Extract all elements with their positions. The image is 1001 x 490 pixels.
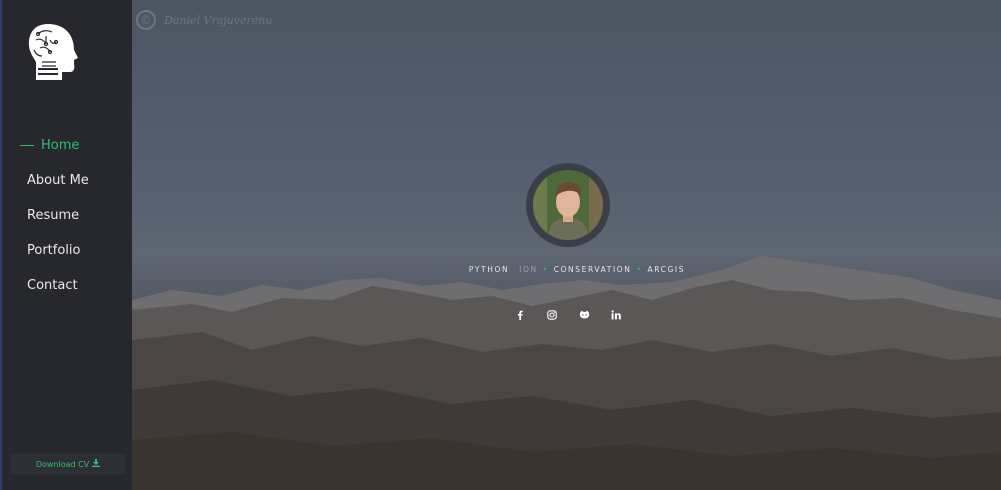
sidebar: Home About Me Resume Portfolio Contact D… bbox=[0, 0, 132, 490]
linkedin-icon[interactable] bbox=[610, 309, 622, 321]
skills-tagline: PYTHON ION • CONSERVATION • ARCGIS bbox=[392, 265, 762, 274]
nav-item-home[interactable]: Home bbox=[2, 128, 132, 163]
nav-item-about-me[interactable]: About Me bbox=[2, 163, 132, 198]
nav-item-contact[interactable]: Contact bbox=[2, 268, 132, 303]
tagline-separator: • bbox=[636, 265, 643, 274]
copyright-icon: © bbox=[136, 10, 156, 30]
nav-item-label: About Me bbox=[27, 173, 89, 188]
watermark-text: Daniel Vrajuverenu bbox=[164, 13, 273, 27]
profile-avatar bbox=[526, 163, 610, 247]
nav-item-label: Resume bbox=[27, 208, 80, 223]
nav-item-portfolio[interactable]: Portfolio bbox=[2, 233, 132, 268]
nav-item-label: Portfolio bbox=[27, 243, 81, 258]
hero-section: © Daniel Vrajuverenu PYTHON ION • CONSERVA… bbox=[132, 0, 1001, 490]
watermark: © Daniel Vrajuverenu bbox=[136, 10, 272, 30]
tagline-separator: • bbox=[542, 265, 549, 274]
nav-item-label: Home bbox=[41, 138, 80, 153]
tagline-skill-arcgis: ARCGIS bbox=[647, 265, 686, 274]
nav-item-label: Contact bbox=[27, 278, 78, 293]
main-nav: Home About Me Resume Portfolio Contact bbox=[2, 128, 132, 303]
profile-photo bbox=[533, 170, 603, 240]
tagline-skill-faded: ION bbox=[519, 265, 538, 274]
tagline-skill-conservation: CONSERVATION bbox=[553, 265, 632, 274]
instagram-icon[interactable] bbox=[546, 309, 558, 321]
download-cv-button[interactable]: Download CV bbox=[10, 454, 126, 474]
download-cv-label: Download CV bbox=[35, 459, 90, 469]
logo-head-brain-icon[interactable] bbox=[26, 22, 82, 82]
tagline-skill-python: PYTHON bbox=[468, 265, 510, 274]
download-icon bbox=[92, 459, 101, 469]
nav-item-resume[interactable]: Resume bbox=[2, 198, 132, 233]
github-icon[interactable] bbox=[578, 309, 590, 321]
active-indicator bbox=[20, 145, 34, 146]
social-links bbox=[514, 309, 622, 321]
facebook-icon[interactable] bbox=[514, 309, 526, 321]
